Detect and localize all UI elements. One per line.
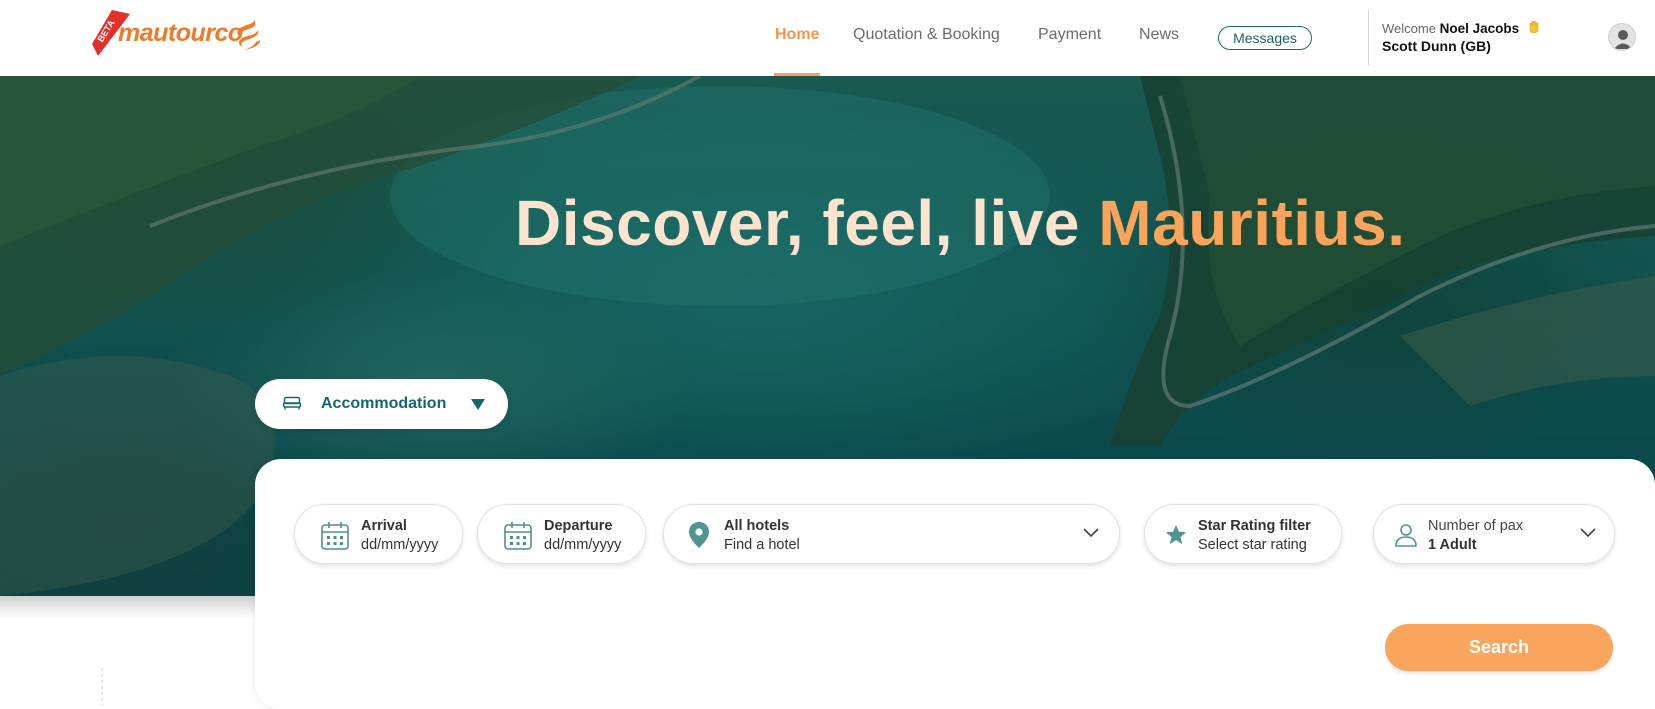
top-header: BETA mautourco Home Quotation & Booking … [0,0,1655,76]
departure-date-field[interactable]: Departure dd/mm/yyyy [477,504,646,564]
arrival-date-field[interactable]: Arrival dd/mm/yyyy [294,504,463,564]
logo-text: mautourco [118,19,243,47]
chevron-down-icon [1580,528,1596,538]
arrival-value: dd/mm/yyyy [361,537,439,553]
header-divider [1368,10,1369,66]
welcome-prefix: Welcome [1382,21,1436,36]
caret-down-icon [471,399,485,410]
calendar-icon [321,522,349,550]
user-avatar-icon[interactable] [1608,23,1636,51]
mautourco-logo[interactable]: BETA mautourco [92,10,272,56]
calendar-icon [504,522,532,550]
nav-home[interactable]: Home [775,26,819,44]
nav-active-underline [774,73,820,76]
service-type-dropdown[interactable]: Accommodation [255,379,508,429]
search-button[interactable]: Search [1385,624,1613,671]
person-icon [1395,524,1417,547]
hero-title-accent: Mauritius. [1098,187,1406,259]
star-rating-label: Star Rating filter [1198,518,1311,534]
star-rating-placeholder: Select star rating [1198,537,1307,553]
departure-value: dd/mm/yyyy [544,537,622,553]
departure-label: Departure [544,518,613,534]
search-panel: Arrival dd/mm/yyyy Departure dd/mm/yyyy … [255,459,1655,709]
logo-flame-icon [237,20,260,50]
waving-hand-icon [1529,20,1539,34]
nav-quotation-booking[interactable]: Quotation & Booking [853,26,1000,44]
arrival-label: Arrival [361,518,407,534]
hotel-placeholder: Find a hotel [724,537,800,553]
nav-payment[interactable]: Payment [1038,26,1101,44]
decorative-divider [101,668,103,705]
service-type-label: Accommodation [321,395,447,412]
welcome-text: Welcome Noel Jacobs [1382,20,1541,36]
map-pin-icon [689,522,709,548]
hero-title-main: Discover, feel, live [515,187,1080,259]
messages-button[interactable]: Messages [1218,26,1312,50]
user-name: Noel Jacobs [1439,21,1520,36]
star-icon [1166,525,1186,544]
pax-selector[interactable]: Number of pax 1 Adult [1373,504,1615,564]
hotel-search-field[interactable]: All hotels Find a hotel [663,504,1120,564]
pax-label: Number of pax [1428,518,1524,534]
nav-news[interactable]: News [1139,26,1179,44]
company-name: Scott Dunn (GB) [1382,38,1491,54]
hero-shadow [0,596,260,618]
hotel-label: All hotels [724,518,790,534]
bed-icon [283,396,301,410]
chevron-down-icon [1083,528,1099,538]
star-rating-filter[interactable]: Star Rating filter Select star rating [1144,504,1342,564]
hero-title: Discover, feel, live Mauritius. [515,186,1406,260]
pax-value: 1 Adult [1428,537,1477,553]
